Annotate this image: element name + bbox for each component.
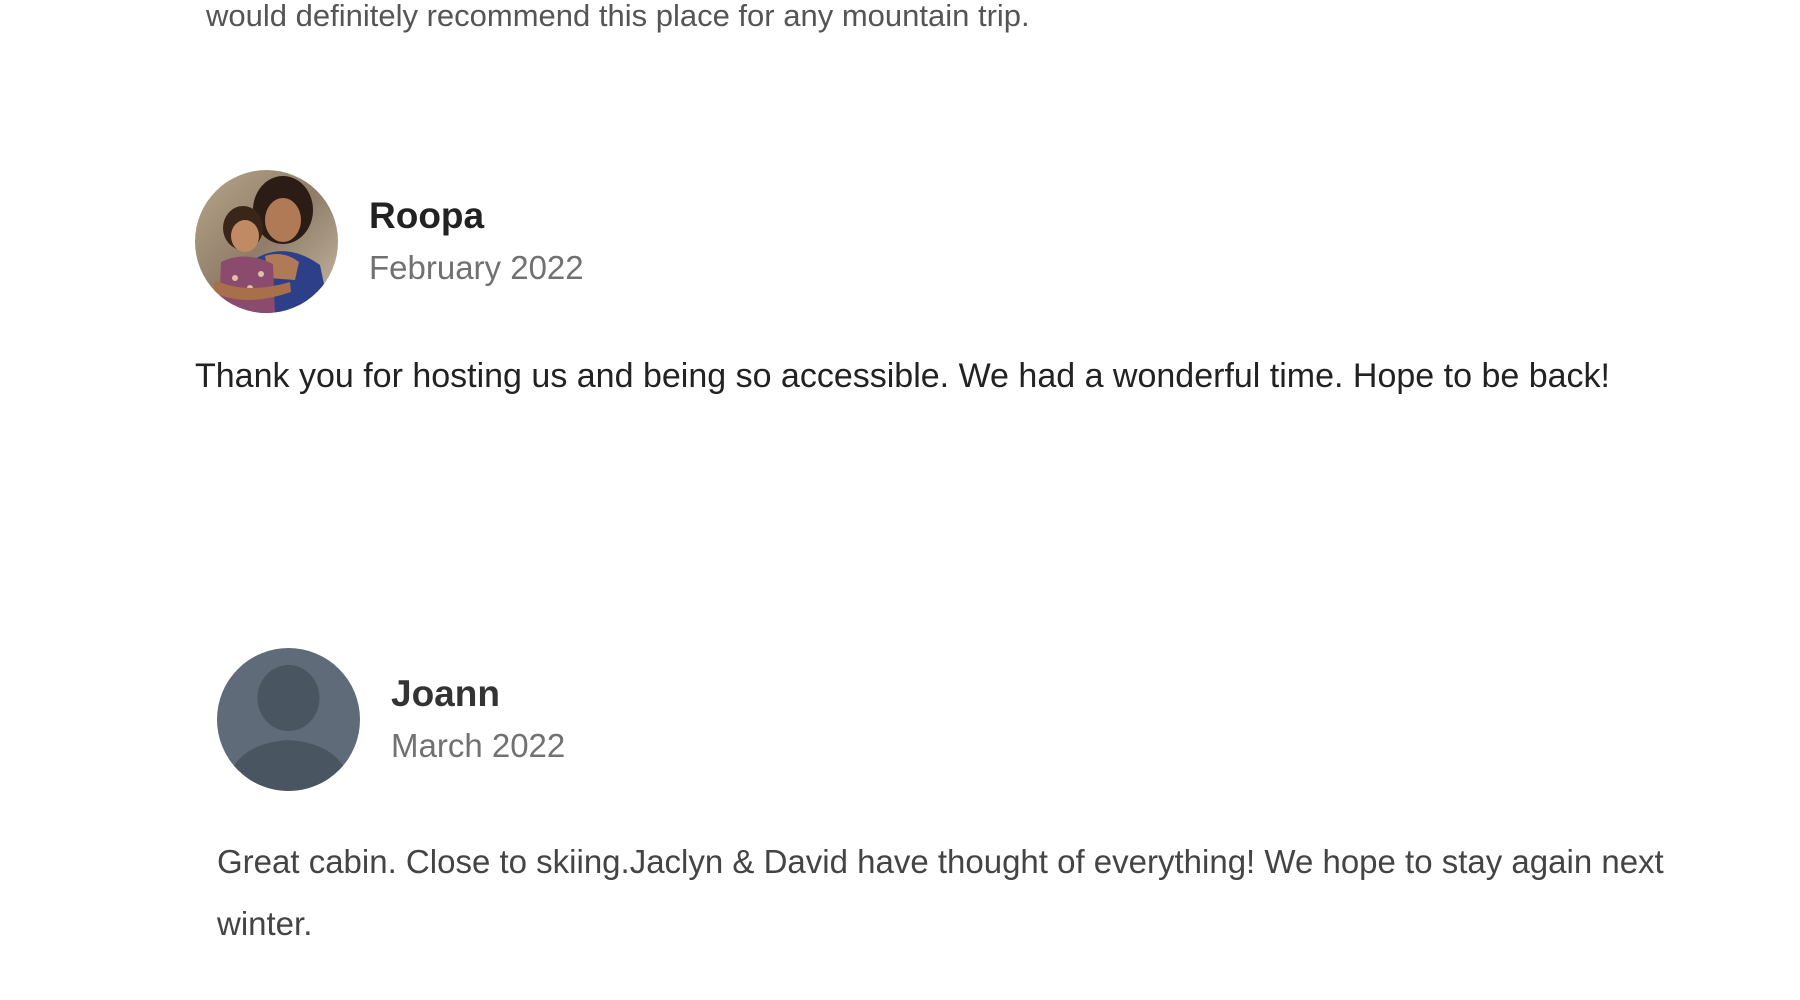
photo-avatar-icon — [195, 170, 338, 313]
reviewer-name[interactable]: Roopa — [369, 192, 584, 240]
reviewer-info: Roopa February 2022 — [369, 192, 584, 292]
avatar[interactable] — [195, 170, 338, 313]
reviewer-info: Joann March 2022 — [391, 670, 565, 770]
previous-review-text: would definitely recommend this place fo… — [206, 0, 1030, 33]
review-text: Great cabin. Close to skiing.Jaclyn & Da… — [217, 843, 1664, 942]
avatar[interactable] — [217, 648, 360, 791]
review-date: March 2022 — [391, 726, 566, 764]
default-user-icon — [217, 648, 360, 791]
review-date: February 2022 — [369, 248, 584, 286]
review-item: Joann March 2022 Great cabin. Close to s… — [217, 648, 1717, 955]
review-text: Thank you for hosting us and being so ac… — [195, 357, 1610, 395]
reviewer-name[interactable]: Joann — [391, 670, 565, 718]
review-header: Joann March 2022 — [217, 648, 1717, 791]
review-item: Roopa February 2022 Thank you for hostin… — [195, 170, 1695, 407]
review-header: Roopa February 2022 — [195, 170, 1695, 313]
reviews-page: would definitely recommend this place fo… — [0, 0, 1800, 1000]
